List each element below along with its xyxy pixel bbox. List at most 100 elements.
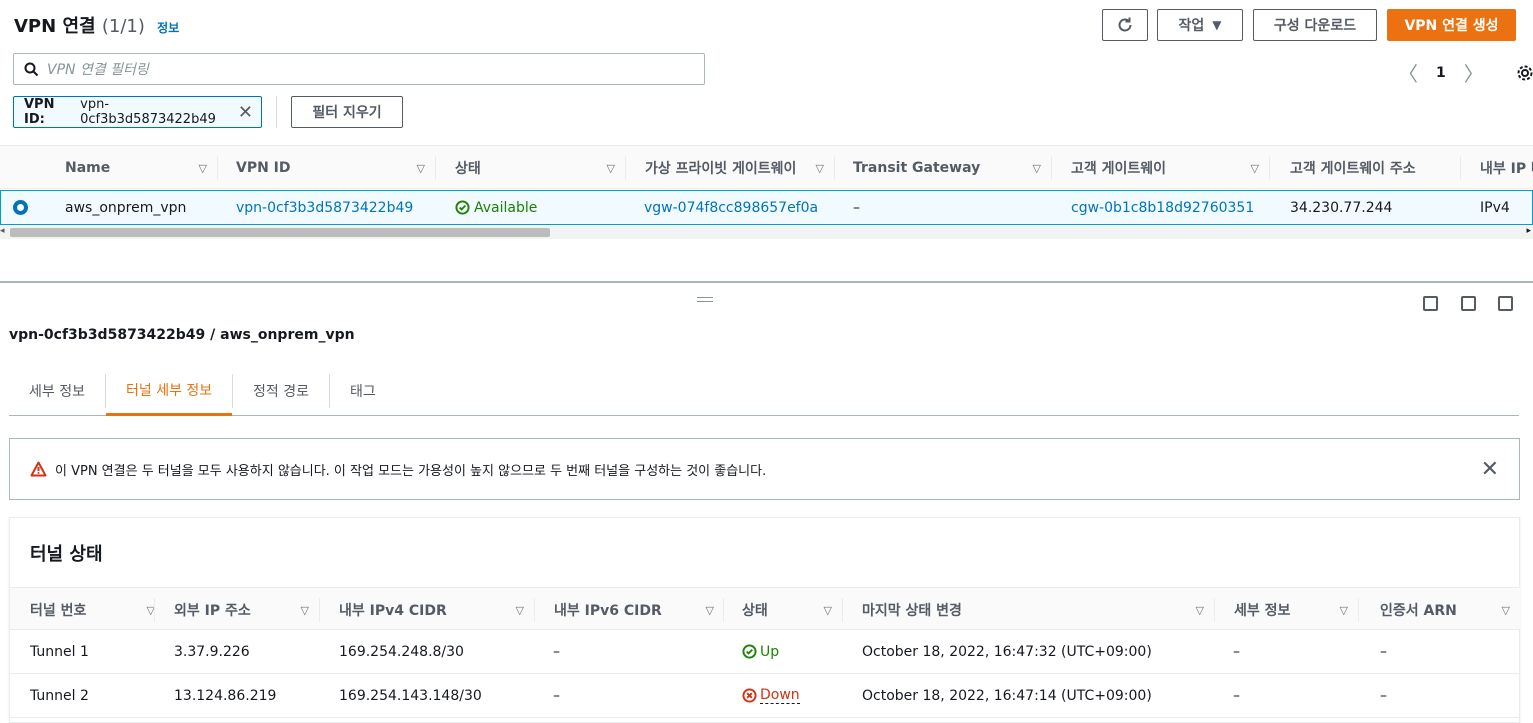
clear-filter-button[interactable]: 필터 지우기 <box>291 96 403 128</box>
create-vpn-label: VPN 연결 생성 <box>1404 18 1499 34</box>
tab-details[interactable]: 세부 정보 <box>9 366 105 416</box>
detail-title: vpn-0cf3b3d5873422b49 / aws_onprem_vpn <box>9 327 355 343</box>
close-icon[interactable]: ✕ <box>238 102 253 123</box>
gear-icon[interactable] <box>1516 64 1533 82</box>
tab-tags[interactable]: 태그 <box>330 366 396 416</box>
pagination: 〈 1 〉 <box>1398 58 1533 87</box>
table-row[interactable]: aws_onprem_vpn vpn-0cf3b3d5873422b49 Ava… <box>0 190 1533 225</box>
resize-handle-icon[interactable] <box>697 297 713 302</box>
row-radio-selected[interactable] <box>13 200 28 215</box>
cell-status[interactable]: Down <box>742 674 800 717</box>
sort-icon[interactable]: ▽ <box>824 604 832 617</box>
panel-bottom-icon[interactable] <box>1423 296 1438 311</box>
cell-status: Up <box>742 630 779 673</box>
cell-ipv6-cidr: – <box>553 643 560 660</box>
status-text: Available <box>474 199 538 216</box>
column-label: 인증서 ARN <box>1380 603 1457 619</box>
table-row: Tunnel 1 3.37.9.226 169.254.248.8/30 – U… <box>10 630 1520 674</box>
cell-status: Available <box>455 191 537 224</box>
info-link[interactable]: 정보 <box>157 21 179 35</box>
sort-icon[interactable]: ▽ <box>516 604 524 617</box>
sort-icon[interactable]: ▽ <box>301 604 309 617</box>
current-page[interactable]: 1 <box>1436 65 1446 81</box>
check-circle-icon <box>742 644 757 659</box>
filter-token-key: VPN ID: <box>24 97 55 127</box>
cell-vgw-link[interactable]: vgw-074f8cc898657ef0a <box>644 191 818 224</box>
clear-filter-label: 필터 지우기 <box>312 105 382 121</box>
column-header-status[interactable]: 상태 ▽ <box>455 146 625 190</box>
column-label: 내부 IPv4 CIDR <box>339 603 447 619</box>
actions-label: 작업 <box>1178 18 1205 34</box>
sort-icon[interactable]: ▽ <box>816 162 824 175</box>
column-header-vgw[interactable]: 가상 프라이빗 게이트웨이 ▽ <box>645 146 834 190</box>
sort-icon[interactable]: ▽ <box>1340 604 1348 617</box>
column-header-ipv6-cidr[interactable]: 내부 IPv6 CIDR ▽ <box>554 588 724 632</box>
tab-tunnel-details[interactable]: 터널 세부 정보 <box>106 366 233 416</box>
sort-icon[interactable]: ▽ <box>1251 162 1259 175</box>
download-config-button[interactable]: 구성 다운로드 <box>1253 9 1377 41</box>
table-header: Name ▽ VPN ID ▽ 상태 ▽ 가상 프라이빗 게이트웨이 ▽ Transit… <box>0 145 1533 189</box>
column-header-details[interactable]: 세부 정보 ▽ <box>1234 588 1358 632</box>
horizontal-scrollbar[interactable]: ◂ ▸ <box>0 226 1533 239</box>
sort-icon[interactable]: ▽ <box>1033 162 1041 175</box>
column-label: 고객 게이트웨이 주소 <box>1290 161 1416 177</box>
sort-icon[interactable]: ▽ <box>706 604 714 617</box>
column-header-last-change[interactable]: 마지막 상태 변경 ▽ <box>862 588 1214 632</box>
caret-down-icon: ▼ <box>1212 18 1222 32</box>
cell-vpn-id-link[interactable]: vpn-0cf3b3d5873422b49 <box>236 191 413 224</box>
cell-tunnel-number: Tunnel 2 <box>30 687 89 704</box>
sort-icon[interactable]: ▽ <box>1196 604 1204 617</box>
column-label: 내부 IPv6 CIDR <box>554 603 662 619</box>
chevron-right-icon[interactable]: 〉 <box>1464 58 1484 87</box>
scroll-left-icon[interactable]: ◂ <box>0 226 5 236</box>
refresh-icon <box>1118 17 1132 32</box>
cell-cert-arn: – <box>1380 687 1387 704</box>
cell-cgw-link[interactable]: cgw-0b1c8b18d92760351 <box>1071 191 1254 224</box>
column-header-cert-arn[interactable]: 인증서 ARN ▽ <box>1380 588 1520 632</box>
cell-outside-ip: 13.124.86.219 <box>174 687 277 704</box>
panel-side-icon[interactable] <box>1461 296 1476 311</box>
column-header-name[interactable]: Name ▽ <box>65 146 217 190</box>
column-header-inner-ip[interactable]: 내부 IP 버 <box>1480 146 1533 190</box>
column-header-ipv4-cidr[interactable]: 내부 IPv4 CIDR ▽ <box>339 588 534 632</box>
cell-last-change: October 18, 2022, 16:47:32 (UTC+09:00) <box>862 643 1152 660</box>
status-text: Up <box>760 643 780 660</box>
error-circle-icon <box>742 688 757 703</box>
search-icon <box>24 62 39 76</box>
tab-static-routes[interactable]: 정적 경로 <box>233 366 329 416</box>
column-header-vpn-id[interactable]: VPN ID ▽ <box>236 146 435 190</box>
column-label: 상태 <box>455 161 481 177</box>
sort-icon[interactable]: ▽ <box>1502 604 1510 617</box>
column-label: 고객 게이트웨이 <box>1071 161 1167 177</box>
scroll-right-icon[interactable]: ▸ <box>1526 226 1531 236</box>
sort-icon[interactable]: ▽ <box>199 162 207 175</box>
actions-dropdown-button[interactable]: 작업 ▼ <box>1157 9 1243 41</box>
close-icon[interactable]: ✕ <box>1481 457 1499 482</box>
status-text[interactable]: Down <box>760 687 800 704</box>
create-vpn-button[interactable]: VPN 연결 생성 <box>1387 9 1516 41</box>
cell-details: – <box>1233 643 1240 660</box>
column-header-status[interactable]: 상태 ▽ <box>742 588 842 632</box>
cell-details: – <box>1233 687 1240 704</box>
panel-full-icon[interactable] <box>1498 296 1513 311</box>
column-header-cgw-address[interactable]: 고객 게이트웨이 주소 <box>1290 146 1460 190</box>
search-placeholder: VPN 연결 필터링 <box>47 62 149 78</box>
column-header-tgw[interactable]: Transit Gateway ▽ <box>853 146 1051 190</box>
column-header-tunnel-number[interactable]: 터널 번호 ▽ <box>30 588 165 632</box>
chevron-left-icon[interactable]: 〈 <box>1398 58 1418 87</box>
scrollbar-thumb[interactable] <box>10 228 550 237</box>
column-header-cgw[interactable]: 고객 게이트웨이 ▽ <box>1071 146 1269 190</box>
cell-cert-arn: – <box>1380 643 1387 660</box>
cell-name: aws_onprem_vpn <box>65 199 187 216</box>
column-label: 터널 번호 <box>30 603 87 619</box>
column-header-outside-ip[interactable]: 외부 IP 주소 ▽ <box>174 588 319 632</box>
cell-tgw: – <box>853 199 860 216</box>
cell-inner-ip: IPv4 <box>1480 199 1510 216</box>
refresh-button[interactable] <box>1102 9 1148 41</box>
filter-search-input[interactable]: VPN 연결 필터링 <box>13 53 705 85</box>
sort-icon[interactable]: ▽ <box>607 162 615 175</box>
download-config-label: 구성 다운로드 <box>1273 18 1357 34</box>
column-label: 외부 IP 주소 <box>174 603 251 619</box>
alert-message: 이 VPN 연결은 두 터널을 모두 사용하지 않습니다. 이 작업 모드는 가… <box>55 463 767 479</box>
sort-icon[interactable]: ▽ <box>417 162 425 175</box>
